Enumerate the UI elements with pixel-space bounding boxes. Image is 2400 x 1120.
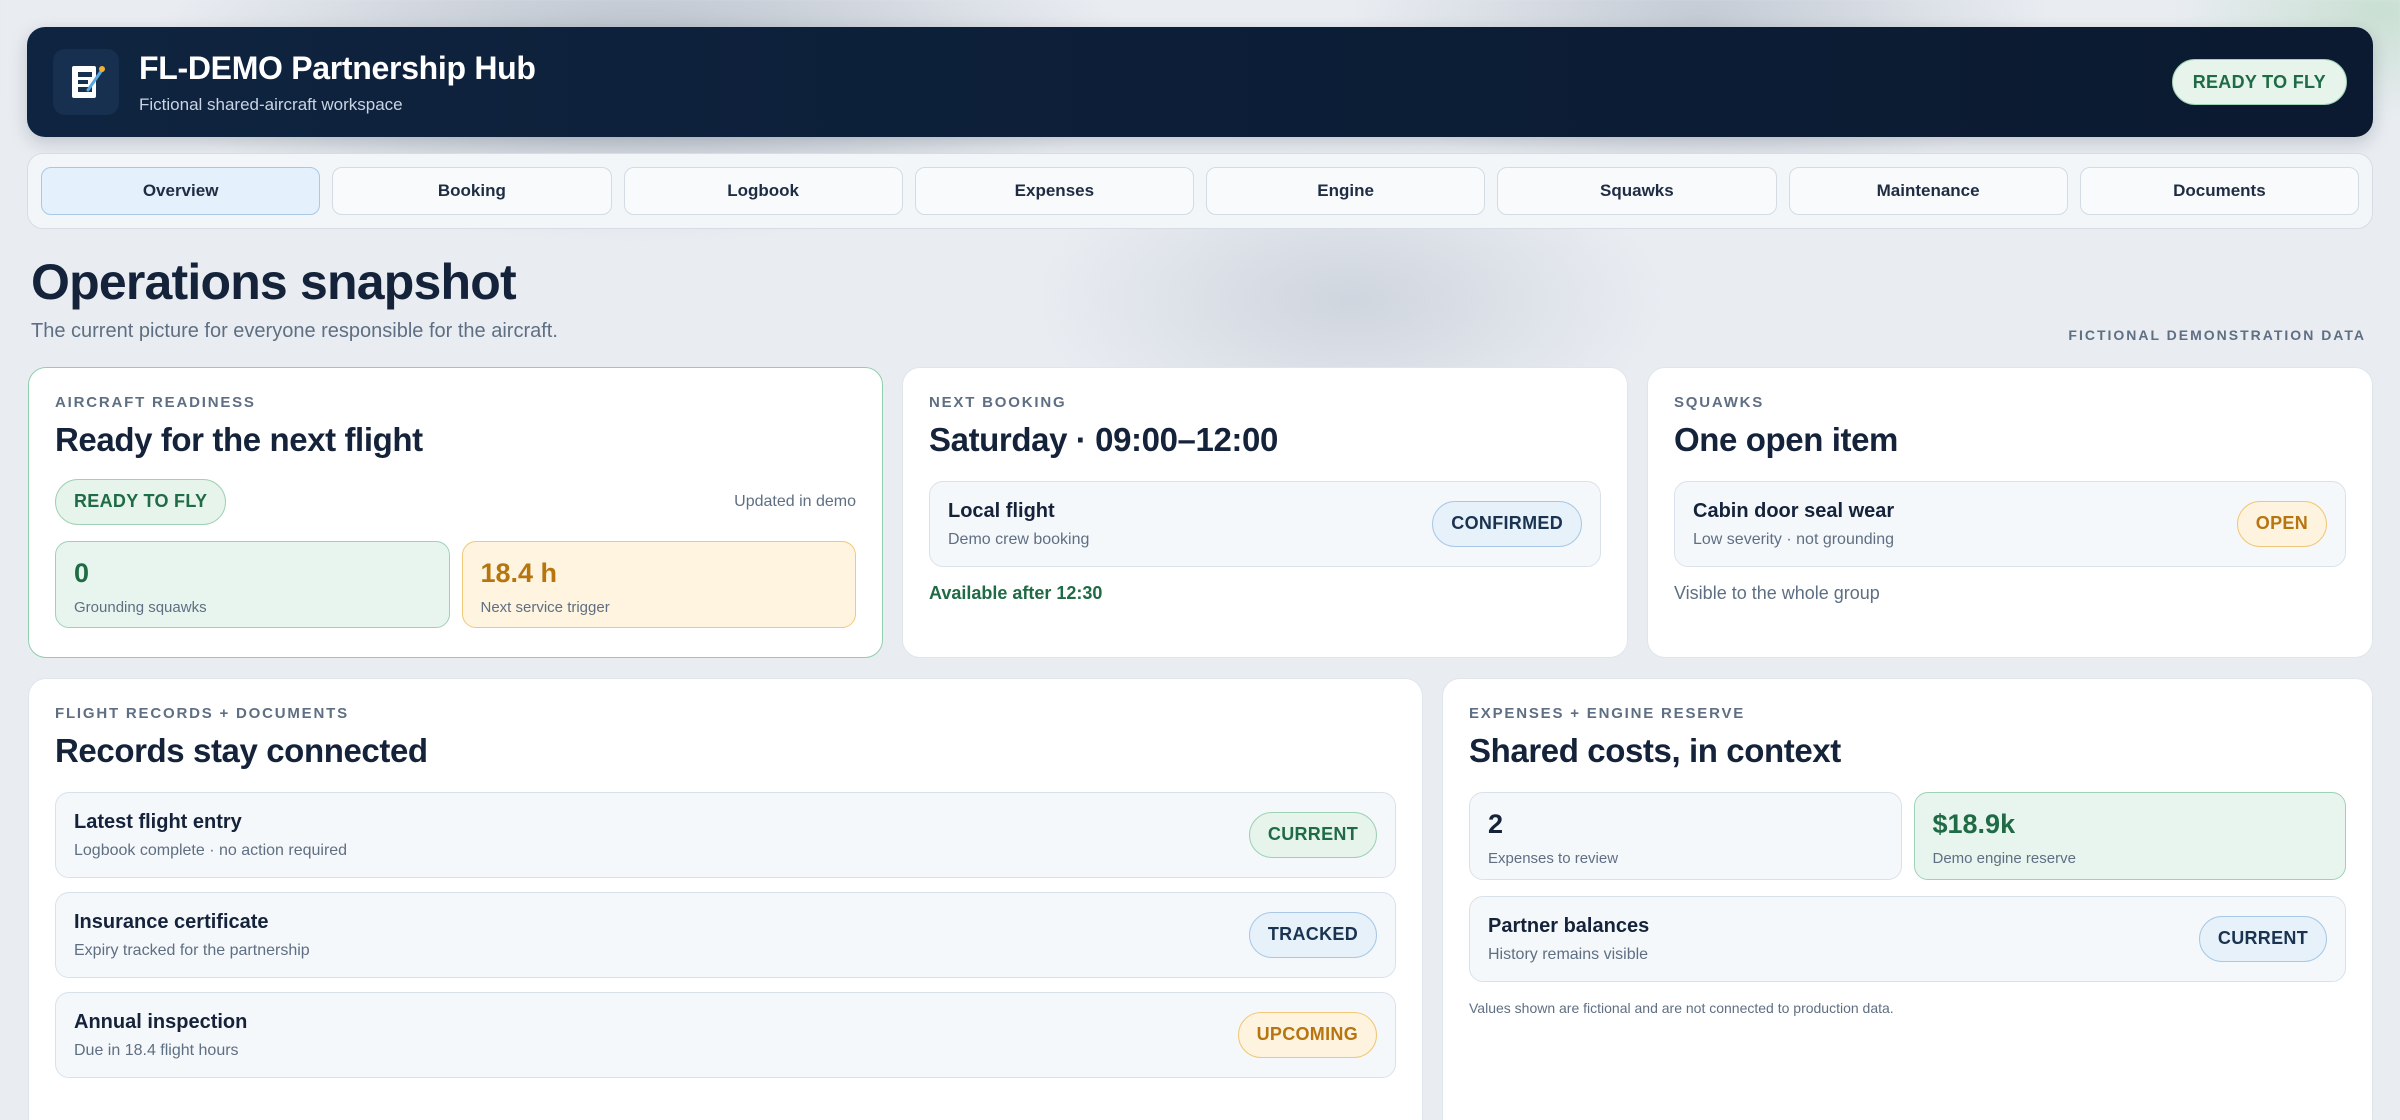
next-service-stat: 18.4 h Next service trigger [461, 541, 856, 628]
squawk-item-title: Cabin door seal wear [1693, 499, 1895, 522]
expenses-review-stat[interactable]: 2 Expenses to review [1469, 792, 1902, 880]
tab-squawks[interactable]: Squawks [1497, 167, 1777, 215]
stat-label: Next service trigger [480, 599, 610, 616]
booking-title: Saturday · 09:00–12:00 [929, 421, 1278, 458]
stat-value: $18.9k [1932, 809, 2016, 839]
records-card: FLIGHT RECORDS + DOCUMENTS Records stay … [28, 678, 1423, 1120]
record-title: Insurance certificate [74, 910, 269, 933]
stat-value: 0 [74, 558, 90, 588]
stat-label: Grounding squawks [74, 599, 207, 616]
tab-documents[interactable]: Documents [2079, 167, 2359, 215]
record-row-insurance[interactable]: Insurance certificate Expiry tracked for… [55, 892, 1396, 978]
readiness-updated: Updated in demo [734, 493, 856, 510]
readiness-status-badge: READY TO FLY [55, 479, 227, 525]
readiness-card: AIRCRAFT READINESS Ready for the next fl… [28, 367, 883, 658]
availability-text: Available after 12:30 [929, 583, 1103, 603]
record-sub: Logbook complete · no action required [74, 841, 348, 859]
record-row-flight-entry[interactable]: Latest flight entry Logbook complete · n… [55, 792, 1396, 878]
booking-item[interactable]: Local flight Demo crew booking CONFIRMED [929, 481, 1601, 567]
costs-footnote: Values shown are fictional and are not c… [1469, 1000, 1894, 1016]
squawk-item-sub: Low severity · not grounding [1693, 530, 1894, 548]
page-subtitle: The current picture for everyone respons… [31, 320, 558, 342]
partner-balances-title: Partner balances [1488, 914, 1650, 937]
record-row-annual-inspection[interactable]: Annual inspection Due in 18.4 flight hou… [55, 992, 1396, 1078]
stat-label: Demo engine reserve [1932, 850, 2076, 867]
next-booking-card: NEXT BOOKING Saturday · 09:00–12:00 Loca… [902, 367, 1628, 658]
costs-title: Shared costs, in context [1469, 732, 1841, 769]
demo-data-label: FICTIONAL DEMONSTRATION DATA [2068, 327, 2366, 343]
records-eyebrow: FLIGHT RECORDS + DOCUMENTS [55, 705, 349, 722]
record-status-badge: UPCOMING [1237, 1012, 1377, 1058]
booking-item-sub: Demo crew booking [948, 530, 1090, 548]
partner-balances-row[interactable]: Partner balances History remains visible… [1469, 896, 2346, 982]
record-title: Latest flight entry [74, 810, 242, 833]
record-sub: Due in 18.4 flight hours [74, 1041, 239, 1059]
readiness-title: Ready for the next flight [55, 421, 423, 458]
booking-item-title: Local flight [948, 499, 1055, 522]
partner-balances-badge: CURRENT [2198, 916, 2327, 962]
records-title: Records stay connected [55, 732, 428, 769]
squawks-eyebrow: SQUAWKS [1674, 394, 1765, 411]
stat-label: Expenses to review [1488, 850, 1619, 867]
engine-reserve-stat[interactable]: $18.9k Demo engine reserve [1913, 792, 2346, 880]
tab-expenses[interactable]: Expenses [914, 167, 1194, 215]
booking-eyebrow: NEXT BOOKING [929, 394, 1067, 411]
squawk-status-badge: OPEN [2236, 501, 2327, 547]
stat-value: 18.4 h [480, 558, 558, 588]
tab-booking[interactable]: Booking [332, 167, 612, 215]
app-header: FL-DEMO Partnership Hub Fictional shared… [27, 27, 2373, 137]
tab-logbook[interactable]: Logbook [623, 167, 903, 215]
stat-value: 2 [1488, 809, 1504, 839]
squawk-item[interactable]: Cabin door seal wear Low severity · not … [1674, 481, 2346, 567]
squawks-title: One open item [1674, 421, 1898, 458]
squawks-note: Visible to the whole group [1674, 583, 1880, 603]
costs-card: EXPENSES + ENGINE RESERVE Shared costs, … [1442, 678, 2373, 1120]
aircraft-logo-icon [53, 49, 119, 115]
costs-eyebrow: EXPENSES + ENGINE RESERVE [1469, 705, 1746, 722]
record-status-badge: CURRENT [1248, 812, 1377, 858]
partner-balances-sub: History remains visible [1488, 945, 1649, 963]
booking-status-badge: CONFIRMED [1432, 501, 1582, 547]
grounding-squawks-stat: 0 Grounding squawks [55, 541, 450, 628]
readiness-eyebrow: AIRCRAFT READINESS [55, 394, 256, 411]
page-title: Operations snapshot [31, 254, 517, 310]
main-nav: Overview Booking Logbook Expenses Engine… [27, 153, 2373, 229]
record-sub: Expiry tracked for the partnership [74, 941, 310, 959]
app-subtitle: Fictional shared-aircraft workspace [139, 94, 403, 114]
tab-maintenance[interactable]: Maintenance [1788, 167, 2068, 215]
header-status-badge: READY TO FLY [2171, 59, 2347, 105]
record-status-badge: TRACKED [1248, 912, 1377, 958]
tab-engine[interactable]: Engine [1206, 167, 1486, 215]
app-title: FL-DEMO Partnership Hub [139, 49, 536, 86]
squawks-card: SQUAWKS One open item Cabin door seal we… [1647, 367, 2373, 658]
record-title: Annual inspection [74, 1010, 248, 1033]
tab-overview[interactable]: Overview [41, 167, 321, 215]
